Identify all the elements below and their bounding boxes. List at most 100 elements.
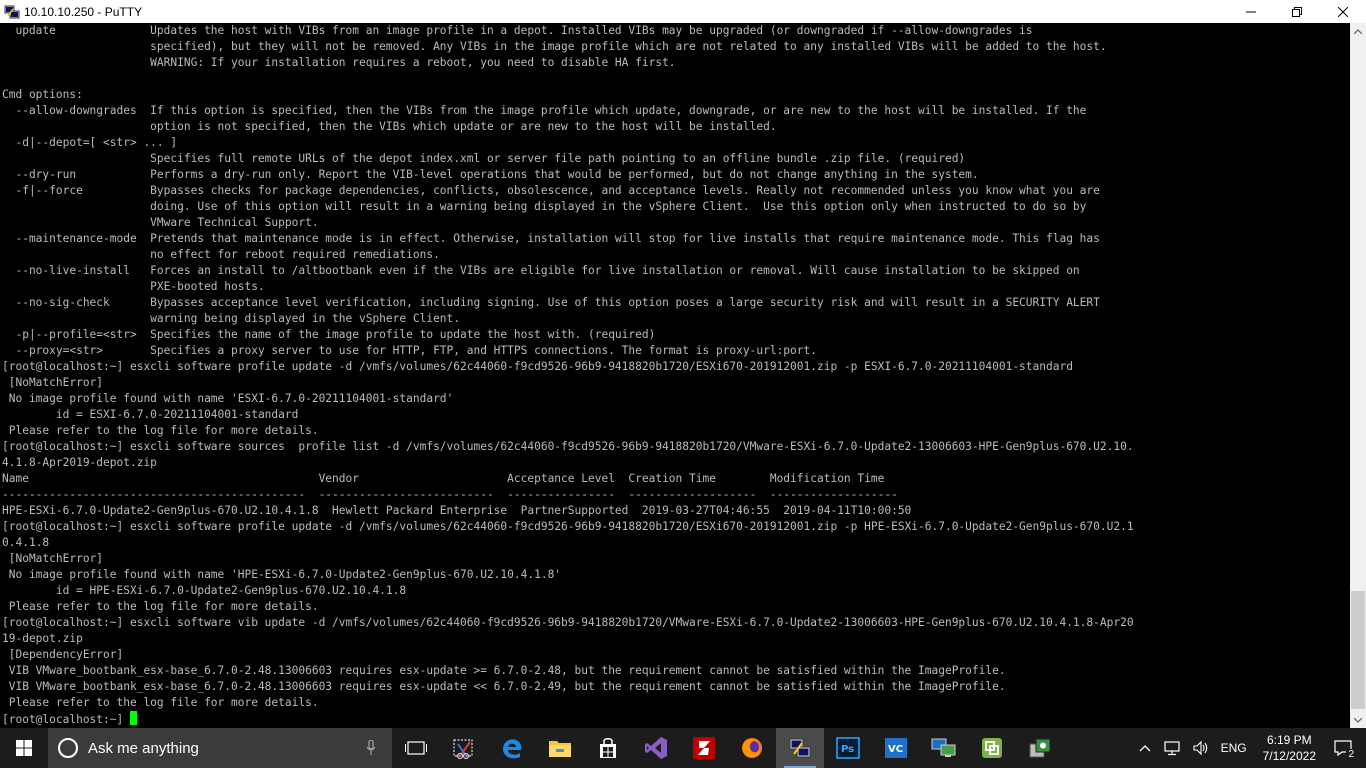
chevron-down-icon (1354, 717, 1362, 723)
network-button[interactable] (1157, 728, 1187, 768)
taskbar-vs-code[interactable]: VC (872, 728, 920, 768)
terminal-line: 0.4.1.8 (2, 536, 50, 549)
taskbar-firefox[interactable] (728, 728, 776, 768)
terminal-line: No image profile found with name 'HPE-ES… (2, 568, 562, 581)
taskbar-photoshop[interactable]: Ps (824, 728, 872, 768)
terminal-line: update Updates the host with VIBs from a… (2, 24, 1033, 37)
minimize-icon (1246, 11, 1256, 12)
notification-count-badge: 2 (1346, 749, 1356, 760)
system-tray: ENG 6:19 PM 7/12/2022 2 (1133, 728, 1366, 768)
chevron-up-icon (1354, 28, 1362, 34)
language-indicator[interactable]: ENG (1215, 728, 1253, 768)
minimize-button[interactable] (1228, 0, 1274, 23)
close-button[interactable] (1320, 0, 1366, 23)
edge-icon (503, 739, 522, 759)
show-hidden-icons-button[interactable] (1133, 728, 1157, 768)
taskbar-vsphere-client[interactable] (968, 728, 1016, 768)
search-box[interactable]: Ask me anything (48, 728, 392, 768)
scroll-up-button[interactable] (1350, 23, 1366, 39)
remote-desktop-icon (931, 738, 956, 757)
terminal-line: Please refer to the log file for more de… (2, 600, 319, 613)
vs-code-icon: VC (885, 738, 907, 758)
snipping-tool-icon (453, 739, 473, 760)
putty-icon (789, 738, 811, 758)
putty-icon (4, 4, 20, 20)
start-button[interactable] (0, 728, 48, 768)
terminal-output: update Updates the host with VIBs from a… (0, 23, 1350, 728)
taskbar-snipping-tool[interactable] (440, 728, 488, 768)
terminal-line: [root@localhost:~] esxcli software vib u… (2, 616, 1134, 629)
terminal-scrollbar[interactable] (1350, 23, 1366, 728)
terminal-line: [DependencyError] (2, 648, 124, 661)
scroll-down-button[interactable] (1350, 712, 1366, 728)
terminal-line: Specifies full remote URLs of the depot … (2, 152, 966, 165)
terminal-line: PXE-booted hosts. (2, 280, 265, 293)
clock-time: 6:19 PM (1266, 733, 1312, 747)
terminal-line: option is not specified, then the VIBs w… (2, 120, 777, 133)
terminal-line: Please refer to the log file for more de… (2, 424, 319, 437)
windows-logo-icon (16, 740, 32, 756)
taskbar-visual-studio[interactable] (632, 728, 680, 768)
restore-button[interactable] (1274, 0, 1320, 23)
terminal-line: No image profile found with name 'ESXI-6… (2, 392, 454, 405)
window-title: 10.10.10.250 - PuTTY (24, 4, 143, 19)
terminal-line: VIB VMware_bootbank_esx-base_6.7.0-2.48.… (2, 664, 1006, 677)
scroll-thumb[interactable] (1351, 591, 1365, 709)
clock[interactable]: 6:19 PM 7/12/2022 (1253, 732, 1326, 764)
terminal-line: VMware Technical Support. (2, 216, 319, 229)
close-icon (1338, 6, 1348, 17)
taskbar-file-explorer[interactable] (536, 728, 584, 768)
manager-icon (1029, 738, 1051, 758)
visual-studio-icon (645, 737, 667, 759)
terminal-line: specified), but they will not be removed… (2, 40, 1107, 53)
search-placeholder: Ask me anything (88, 739, 199, 757)
terminal-line: -d|--depot=[ <str> ... ] (2, 136, 178, 149)
firefox-icon (742, 738, 762, 758)
terminal-line: [root@localhost:~] esxcli software sourc… (2, 440, 1134, 453)
terminal-line: id = ESXI-6.7.0-20211104001-standard (2, 408, 299, 421)
terminal-line: --proxy=<str> Specifies a proxy server t… (2, 344, 817, 357)
network-icon (1163, 741, 1180, 756)
terminal-line: -p|--profile=<str> Specifies the name of… (2, 328, 656, 341)
terminal-line: --dry-run Performs a dry-run only. Repor… (2, 168, 979, 181)
photoshop-icon: Ps (836, 737, 860, 759)
terminal-line: --no-live-install Forces an install to /… (2, 264, 1080, 277)
terminal-line: --no-sig-check Bypasses acceptance level… (2, 296, 1100, 309)
file-explorer-icon (549, 741, 571, 757)
task-view-button[interactable] (392, 728, 440, 768)
taskbar-edge[interactable] (488, 728, 536, 768)
terminal-line: 19-depot.zip (2, 632, 83, 645)
vsphere-client-icon (982, 738, 1002, 758)
restore-icon (1292, 6, 1302, 17)
terminal-line: -f|--force Bypasses checks for package d… (2, 184, 1100, 197)
taskbar-remote-desktop[interactable] (920, 728, 968, 768)
terminal-line: doing. Use of this option will result in… (2, 200, 1087, 213)
volume-button[interactable] (1187, 728, 1215, 768)
terminal-line: id = HPE-ESXi-6.7.0-Update2-Gen9plus-670… (2, 584, 407, 597)
terminal-prompt: [root@localhost:~] (2, 713, 130, 726)
taskbar: Ask me anything Ps VC ENG 6:19 PM 7/12/2… (0, 728, 1366, 768)
svg-text:Ps: Ps (841, 744, 854, 755)
terminal-line: HPE-ESXi-6.7.0-Update2-Gen9plus-670.U2.1… (2, 504, 912, 517)
terminal-line: 4.1.8-Apr2019-depot.zip (2, 456, 157, 469)
action-center-button[interactable]: 2 (1326, 728, 1366, 768)
store-icon (600, 738, 616, 758)
taskbar-manager[interactable] (1016, 728, 1064, 768)
terminal-window[interactable]: update Updates the host with VIBs from a… (0, 23, 1350, 728)
chevron-up-icon (1139, 745, 1151, 752)
terminal-line: ----------------------------------------… (2, 488, 898, 501)
terminal-line: VIB VMware_bootbank_esx-base_6.7.0-2.48.… (2, 680, 1006, 693)
terminal-line: [NoMatchError] (2, 552, 104, 565)
microphone-icon[interactable] (366, 739, 376, 760)
window-titlebar[interactable]: 10.10.10.250 - PuTTY (0, 0, 1366, 23)
taskbar-putty[interactable] (776, 728, 824, 768)
terminal-line: --maintenance-mode Pretends that mainten… (2, 232, 1100, 245)
clock-date: 7/12/2022 (1262, 749, 1316, 763)
terminal-line: [root@localhost:~] esxcli software profi… (2, 360, 1073, 373)
terminal-line: Please refer to the log file for more de… (2, 696, 319, 709)
cortana-icon (58, 738, 78, 758)
taskbar-store[interactable] (584, 728, 632, 768)
speaker-icon (1193, 740, 1207, 756)
terminal-line: Cmd options: (2, 88, 83, 101)
taskbar-filezilla[interactable] (680, 728, 728, 768)
